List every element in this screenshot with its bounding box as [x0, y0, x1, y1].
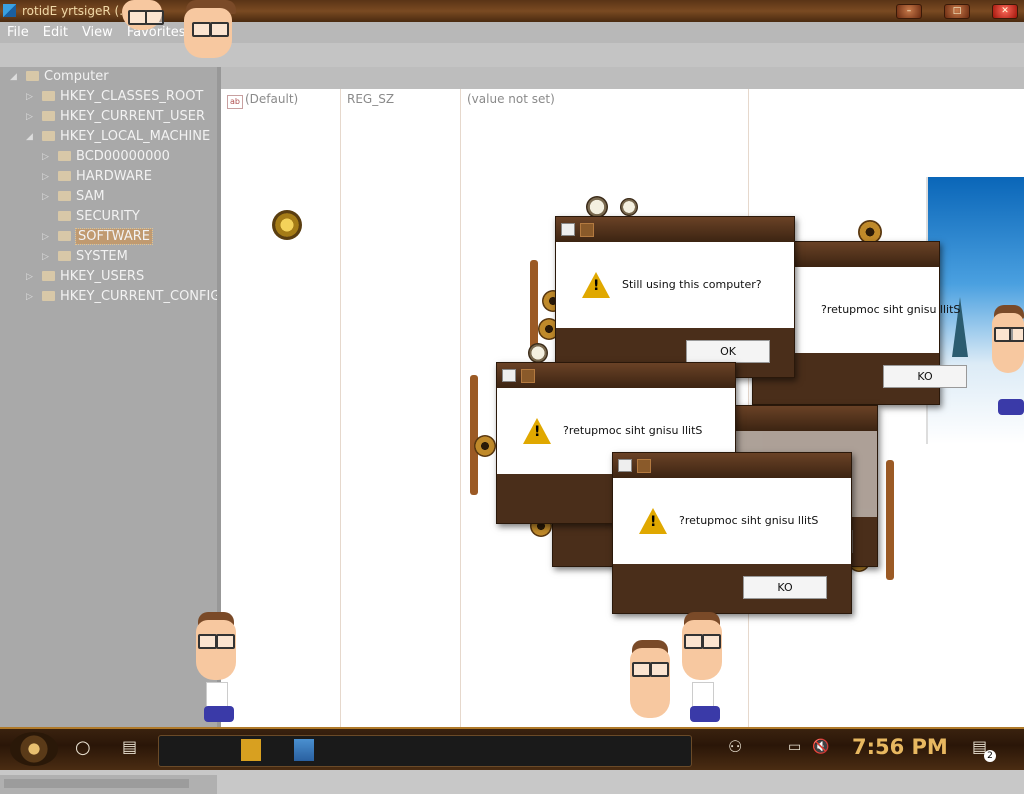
column-divider	[460, 89, 461, 727]
folder-icon	[42, 111, 55, 121]
window-icon	[618, 459, 632, 472]
cog-icon	[474, 435, 496, 457]
pressure-gauge-icon	[528, 343, 548, 363]
pipe-icon	[886, 460, 894, 580]
window-icon	[561, 223, 575, 236]
warning-icon: !	[639, 508, 667, 534]
collapse-arrow-icon[interactable]: ◢	[26, 127, 34, 147]
taskbar-apps-strip	[158, 735, 692, 767]
value-type-cell: REG_SZ	[347, 92, 395, 106]
window-icon	[502, 369, 516, 382]
folder-icon	[58, 231, 71, 241]
folder-icon	[58, 191, 71, 201]
cartoon-man-sprite	[626, 640, 682, 727]
list-header[interactable]	[221, 67, 1024, 89]
clock[interactable]: 7:56 PM	[852, 735, 948, 759]
tree-item[interactable]: ◢ HKEY_LOCAL_MACHINE	[26, 127, 210, 147]
ko-button[interactable]: KO	[883, 365, 967, 388]
collapse-arrow-icon[interactable]: ◢	[10, 67, 18, 87]
tree-item[interactable]: ▷ HKEY_USERS	[26, 267, 144, 287]
task-view-icon[interactable]: ▤	[122, 737, 137, 756]
expand-arrow-icon[interactable]: ▷	[26, 267, 34, 287]
expand-arrow-icon[interactable]: ▷	[42, 147, 50, 167]
pressure-gauge-icon	[620, 198, 638, 216]
folder-icon	[58, 151, 71, 161]
volume-muted-icon[interactable]: 🔇	[812, 739, 829, 755]
app-icon	[521, 369, 535, 383]
folder-icon	[42, 291, 55, 301]
dialog-message: Still using this computer?	[622, 278, 762, 291]
gear-icon	[272, 210, 302, 240]
value-name-cell[interactable]: ab (Default)	[227, 92, 298, 109]
tree-item[interactable]: ▷ HKEY_CURRENT_USER	[26, 107, 205, 127]
mirrored-dialog-window: ! ?retupmoc siht gnisu llitS KO	[612, 452, 852, 614]
idle-dialog-window: ! Still using this computer? OK	[555, 216, 795, 378]
menu-view[interactable]: View	[75, 22, 120, 43]
expand-arrow-icon[interactable]: ▷	[42, 187, 50, 207]
expand-arrow-icon[interactable]: ▷	[26, 287, 34, 307]
tree-horizontal-scrollbar[interactable]	[0, 775, 217, 794]
menu-edit[interactable]: Edit	[36, 22, 75, 43]
ko-button[interactable]: KO	[743, 576, 827, 599]
cartoon-man-sprite	[678, 612, 740, 727]
scrollbar-thumb[interactable]	[4, 779, 189, 788]
tree-item[interactable]: ▷ BCD00000000	[42, 147, 170, 167]
minimize-button[interactable]: –	[896, 4, 922, 19]
close-button[interactable]: ✕	[992, 4, 1018, 19]
expand-arrow-icon[interactable]: ▷	[42, 247, 50, 267]
cartoon-man-sprite	[990, 305, 1024, 415]
tree-item[interactable]: ▷ SAM	[42, 187, 105, 207]
registry-app-icon	[3, 4, 16, 17]
tree-item[interactable]: ▷ HKEY_CURRENT_CONFIG	[26, 287, 220, 307]
expand-arrow-icon[interactable]: ▷	[42, 167, 50, 187]
expand-arrow-icon[interactable]: ▷	[26, 87, 34, 107]
column-divider	[340, 89, 341, 727]
tree-item[interactable]: ▷ SYSTEM	[42, 247, 128, 267]
people-icon[interactable]: ⚇	[728, 737, 742, 756]
tree-item[interactable]: ▷ HARDWARE	[42, 167, 152, 187]
expand-arrow-icon[interactable]: ▷	[42, 227, 50, 247]
dialog-message: ?retupmoc siht gnisu llitS	[563, 424, 703, 437]
tree-item[interactable]: SECURITY	[58, 207, 140, 227]
start-orb-icon[interactable]	[10, 732, 58, 766]
search-circle-icon[interactable]: ○	[75, 737, 91, 758]
tree-item-selected[interactable]: ▷ SOFTWARE	[42, 227, 153, 247]
computer-icon	[26, 71, 39, 81]
app-icon	[637, 459, 651, 473]
folder-icon	[58, 171, 71, 181]
app-icon	[580, 223, 594, 237]
warning-icon: !	[582, 272, 610, 298]
folder-icon	[42, 271, 55, 281]
menu-file[interactable]: File	[0, 22, 36, 43]
image-viewer-icon[interactable]	[294, 739, 314, 761]
cartoon-man-sprite	[166, 0, 238, 60]
file-explorer-icon[interactable]	[241, 739, 261, 761]
value-data-cell: (value not set)	[467, 92, 555, 106]
address-bar[interactable]	[0, 43, 1024, 68]
pipe-icon	[470, 375, 478, 495]
string-value-icon: ab	[227, 95, 243, 109]
dialog-message: ?retupmoc siht gnisu llitS	[821, 303, 961, 316]
warning-icon: !	[523, 418, 551, 444]
folder-icon	[58, 211, 71, 221]
pressure-gauge-icon	[586, 196, 608, 218]
folder-icon	[42, 131, 55, 141]
expand-arrow-icon[interactable]: ▷	[26, 107, 34, 127]
tree-item[interactable]: ▷ HKEY_CLASSES_ROOT	[26, 87, 203, 107]
registry-tree: ◢ Computer ▷ HKEY_CLASSES_ROOT ▷ HKEY_CU…	[0, 67, 220, 794]
notification-count-badge: 2	[984, 750, 996, 762]
maximize-button[interactable]: □	[944, 4, 970, 19]
network-icon[interactable]: ▭	[788, 739, 801, 755]
dialog-message: ?retupmoc siht gnisu llitS	[679, 514, 819, 527]
ok-button[interactable]: OK	[686, 340, 770, 363]
folder-icon	[42, 91, 55, 101]
tree-item-computer[interactable]: ◢ Computer	[10, 67, 109, 87]
folder-icon	[58, 251, 71, 261]
taskbar: ○ ▤ ⚇ ▭ 🔇 7:56 PM ▤ 2	[0, 727, 1024, 770]
cartoon-man-sprite	[192, 612, 244, 727]
cartoon-man-sprite	[118, 0, 166, 40]
